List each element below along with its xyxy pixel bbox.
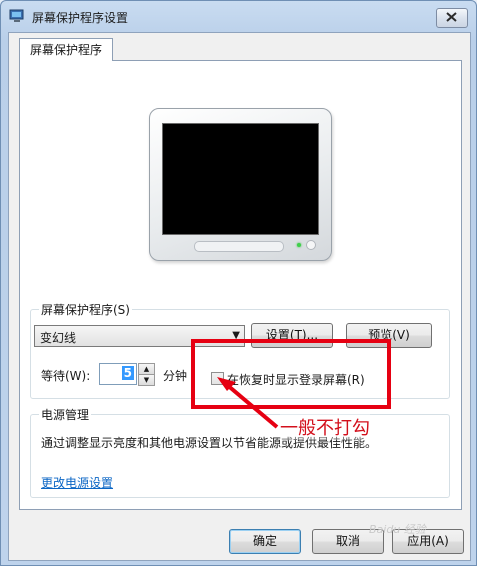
ok-button[interactable]: 确定	[229, 529, 301, 554]
spin-down-icon[interactable]: ▼	[138, 374, 155, 386]
watermark: Baidu 经验	[369, 523, 426, 536]
change-power-settings-link[interactable]: 更改电源设置	[41, 474, 113, 491]
monitor-preview	[149, 108, 332, 261]
power-group-label: 电源管理	[39, 406, 92, 423]
monitor-bezel-slot	[194, 241, 284, 252]
close-button[interactable]	[436, 8, 468, 28]
wait-minutes-input[interactable]: 5	[99, 363, 137, 385]
power-led-icon	[297, 243, 301, 247]
power-button-icon	[306, 240, 316, 250]
screensaver-settings-window: 屏幕保护程序设置 屏幕保护程序 屏幕保护程序(S) 变幻线 ▼ 设置(T)...…	[0, 0, 477, 566]
screensaver-selected-value: 变幻线	[40, 331, 77, 345]
tab-screensaver[interactable]: 屏幕保护程序	[19, 38, 113, 61]
close-icon	[446, 12, 457, 22]
preview-screen	[162, 123, 319, 235]
window-title: 屏幕保护程序设置	[32, 11, 129, 25]
annotation-highlight-box	[191, 339, 391, 409]
title-bar[interactable]: 屏幕保护程序设置	[1, 1, 476, 31]
wait-minutes-value: 5	[121, 366, 134, 380]
minutes-unit-label: 分钟	[163, 369, 188, 383]
dialog-client-area: 屏幕保护程序 屏幕保护程序(S) 变幻线 ▼ 设置(T)... 预览(V) 等待…	[8, 32, 471, 561]
annotation-text: 一般不打勾	[280, 414, 370, 440]
wait-label: 等待(W):	[41, 369, 91, 383]
display-settings-icon	[9, 9, 24, 22]
screensaver-group-label: 屏幕保护程序(S)	[39, 301, 132, 318]
